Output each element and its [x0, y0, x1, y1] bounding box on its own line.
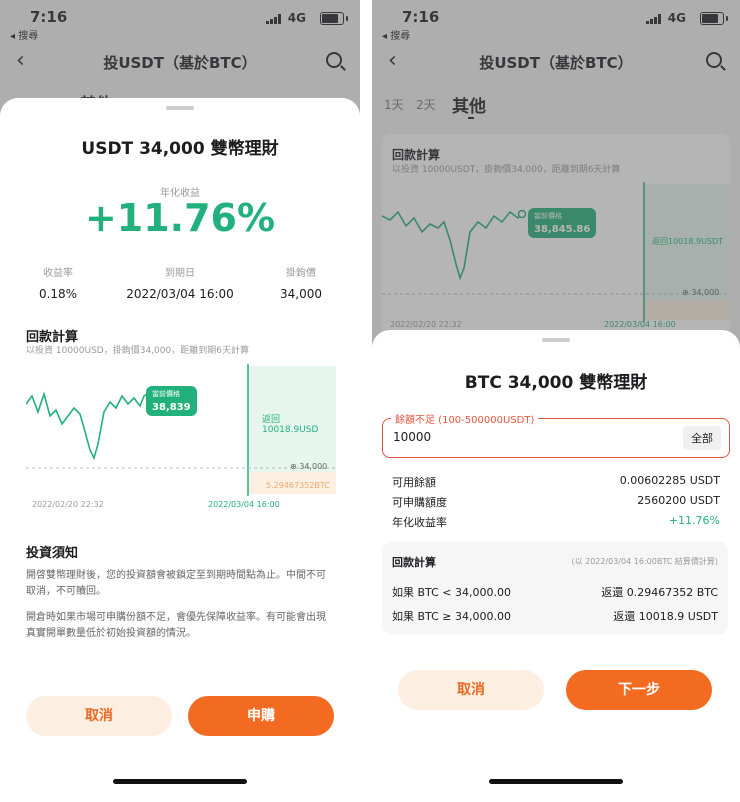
sheet-grabber[interactable]	[542, 338, 570, 342]
strike-value: 34,000	[299, 462, 328, 471]
calc-row-below-label: 如果 BTC < 34,000.00	[392, 586, 511, 599]
subscribe-sheet: USDT 34,000 雙幣理財 年化收益 +11.76% 收益率 0.18% …	[0, 98, 360, 802]
row-limit-label: 可申購額度	[392, 496, 447, 509]
date-start: 2022/02/20 22:32	[32, 500, 104, 509]
convert-label: 5.29467352BTC	[266, 481, 330, 490]
notice-paragraph-2: 開倉時如果市場可申購份額不足，會優先保障收益率。有可能會出現真實開單數量低於初始…	[26, 612, 326, 639]
sheet-title: BTC 34,000 雙幣理財	[464, 373, 648, 393]
stat-value: 0.18%	[38, 287, 78, 301]
chip-label: 當前價格	[152, 390, 180, 398]
strike-label: ⊕ 34,000	[290, 462, 328, 471]
amount-error-label: 餘額不足 (100-500000USDT)	[391, 411, 539, 426]
date-end: 2022/03/04 16:00	[208, 500, 280, 509]
cancel-button[interactable]: 取消	[26, 696, 172, 736]
stat-yield: 收益率 0.18%	[26, 264, 90, 301]
amount-input-box[interactable]: 餘額不足 (100-500000USDT) 10000 全部	[382, 411, 730, 458]
chip-value: 38,839	[152, 402, 191, 413]
stat-value: 2022/03/04 16:00	[126, 287, 234, 301]
stat-expiry: 到期日 2022/03/04 16:00	[110, 264, 250, 301]
stat-strike: 掛鉤價 34,000	[268, 264, 334, 301]
row-yield-label: 年化收益率	[392, 516, 447, 529]
home-indicator	[113, 779, 247, 784]
stat-label: 收益率	[43, 268, 73, 279]
next-button[interactable]: 下一步	[566, 670, 712, 710]
row-available-label: 可用餘額	[392, 476, 436, 489]
amount-sheet: BTC 34,000 雙幣理財 餘額不足 (100-500000USDT) 10…	[372, 330, 740, 802]
amount-input[interactable]: 10000	[393, 430, 431, 444]
notice-paragraph-1: 開啓雙幣理財後，您的投資額會被鎖定至到期時間點為止。中間不可取消，不可贖回。	[26, 570, 326, 597]
calc-row-above-label: 如果 BTC ≥ 34,000.00	[392, 610, 511, 623]
calc-row-above-value: 返還 10018.9 USDT	[613, 610, 718, 623]
price-line	[25, 390, 161, 461]
row-available-value: 0.00602285 USDT	[619, 474, 720, 487]
notice-title: 投資須知	[26, 546, 79, 561]
payoff-chart: 當前價格 38,839 返回10018.9USD ⊕ 34,000 5.2946…	[25, 364, 336, 514]
left-screen: 7:16 ◂ 搜尋 4G ‹ 投USDT（基於BTC） 其他 USDT 34,0…	[0, 0, 360, 802]
return-label: 返回10018.9USD	[262, 415, 319, 435]
row-yield-value: +11.76%	[668, 514, 720, 527]
annual-yield-value: +11.76%	[84, 196, 276, 240]
sheet-grabber[interactable]	[166, 106, 194, 110]
cancel-button[interactable]: 取消	[398, 670, 544, 710]
right-screen: 7:16 ◂ 搜尋 4G ‹ 投USDT（基於BTC） 1天 2天 其他 回款計…	[372, 0, 740, 802]
stat-label: 到期日	[165, 268, 195, 279]
row-limit-value: 2560200 USDT	[637, 494, 720, 507]
stat-value: 34,000	[280, 287, 322, 301]
sheet-title: USDT 34,000 雙幣理財	[81, 139, 279, 159]
subscribe-button[interactable]: 申購	[188, 696, 334, 736]
stat-label: 掛鉤價	[286, 268, 316, 279]
current-price-chip: 當前價格 38,839	[146, 386, 197, 416]
calc-subtitle: 以投資 10000USD，掛鉤價34,000，距離到期6天計算	[26, 346, 249, 356]
home-indicator	[489, 779, 623, 784]
all-button[interactable]: 全部	[683, 426, 721, 450]
calc-card: 回款計算 (以 2022/03/04 16:00BTC 結算價計算) 如果 BT…	[382, 542, 728, 634]
calc-row-below-value: 返還 0.29467352 BTC	[601, 586, 718, 599]
calc-note: (以 2022/03/04 16:00BTC 結算價計算)	[571, 557, 718, 566]
calc-title: 回款計算	[392, 556, 436, 569]
